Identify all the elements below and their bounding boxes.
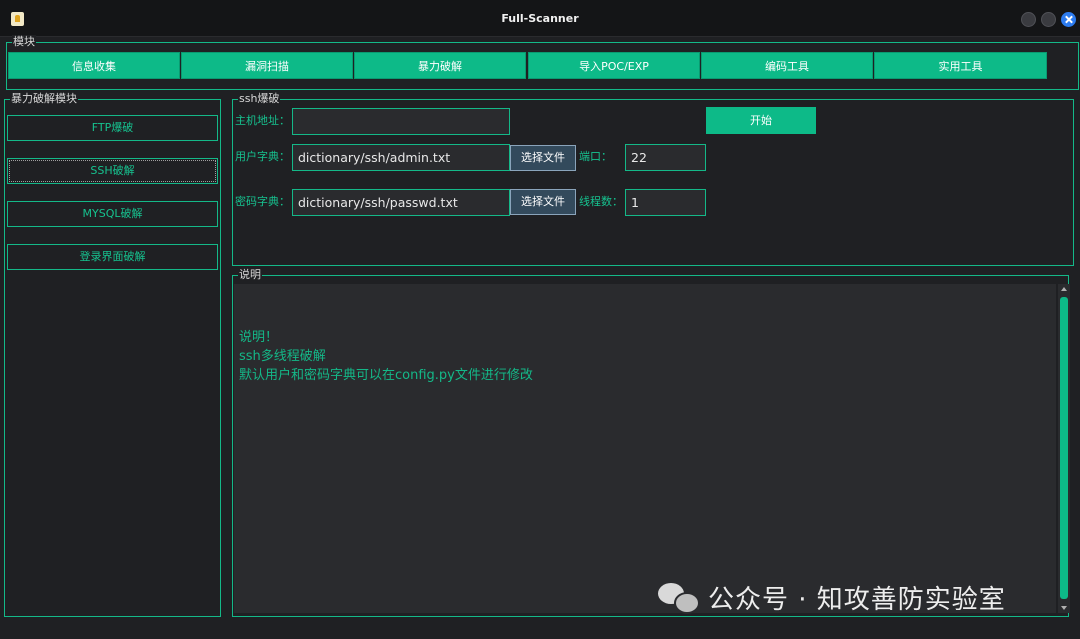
sidebar-item-ftp[interactable]: FTP爆破 <box>7 115 218 141</box>
sidebar-item-ssh[interactable]: SSH破解 <box>7 158 218 184</box>
port-input[interactable]: 22 <box>625 144 706 171</box>
minimize-button[interactable] <box>1021 12 1036 27</box>
host-label: 主机地址： <box>235 114 290 127</box>
window-title: Full-Scanner <box>501 12 579 25</box>
title-bar: Full-Scanner <box>0 0 1080 37</box>
maximize-button[interactable] <box>1041 12 1056 27</box>
modules-group-title: 模块 <box>12 35 36 49</box>
choose-pass-file-button[interactable]: 选择文件 <box>510 189 576 215</box>
wechat-icon <box>658 580 700 614</box>
user-dict-input[interactable]: dictionary/ssh/admin.txt <box>292 144 510 171</box>
port-label: 端口： <box>579 150 612 163</box>
tab-info-gathering[interactable]: 信息收集 <box>8 52 180 79</box>
description-line: ssh多线程破解 <box>239 349 326 364</box>
sidebar-item-login-page[interactable]: 登录界面破解 <box>7 244 218 270</box>
modules-group: 模块 信息收集 漏洞扫描 暴力破解 导入POC/EXP 编码工具 实用工具 <box>6 35 1079 90</box>
brute-modules-title: 暴力破解模块 <box>10 92 78 106</box>
pass-dict-input[interactable]: dictionary/ssh/passwd.txt <box>292 189 510 216</box>
scroll-up-arrow-icon[interactable] <box>1061 287 1067 291</box>
choose-user-file-button[interactable]: 选择文件 <box>510 145 576 171</box>
tab-import-poc-exp[interactable]: 导入POC/EXP <box>528 52 700 79</box>
description-line: 说明！ <box>239 330 279 345</box>
threads-label: 线程数： <box>579 195 623 208</box>
tab-brute-force[interactable]: 暴力破解 <box>354 52 526 79</box>
scroll-thumb[interactable] <box>1060 297 1068 599</box>
sidebar-item-mysql[interactable]: MYSQL破解 <box>7 201 218 227</box>
threads-input[interactable]: 1 <box>625 189 706 216</box>
start-button[interactable]: 开始 <box>706 107 816 134</box>
tab-utility-tools[interactable]: 实用工具 <box>874 52 1047 79</box>
description-text: 说明！ ssh多线程破解 默认用户和密码字典可以在config.py文件进行修改 <box>239 328 533 385</box>
pass-dict-label: 密码字典： <box>235 195 290 208</box>
scroll-down-arrow-icon[interactable] <box>1061 606 1067 610</box>
tab-encoding-tools[interactable]: 编码工具 <box>701 52 873 79</box>
user-dict-label: 用户字典： <box>235 150 290 163</box>
watermark: 公众号 · 知攻善防实验室 <box>658 579 1006 615</box>
tab-vuln-scan[interactable]: 漏洞扫描 <box>181 52 353 79</box>
description-line: 默认用户和密码字典可以在config.py文件进行修改 <box>239 368 533 383</box>
host-input[interactable] <box>292 108 510 135</box>
close-button[interactable] <box>1061 12 1076 27</box>
description-title: 说明 <box>238 268 262 282</box>
description-scrollbar[interactable] <box>1058 284 1070 613</box>
ssh-panel-title: ssh爆破 <box>238 92 281 106</box>
watermark-text: 公众号 · 知攻善防实验室 <box>708 584 1006 615</box>
